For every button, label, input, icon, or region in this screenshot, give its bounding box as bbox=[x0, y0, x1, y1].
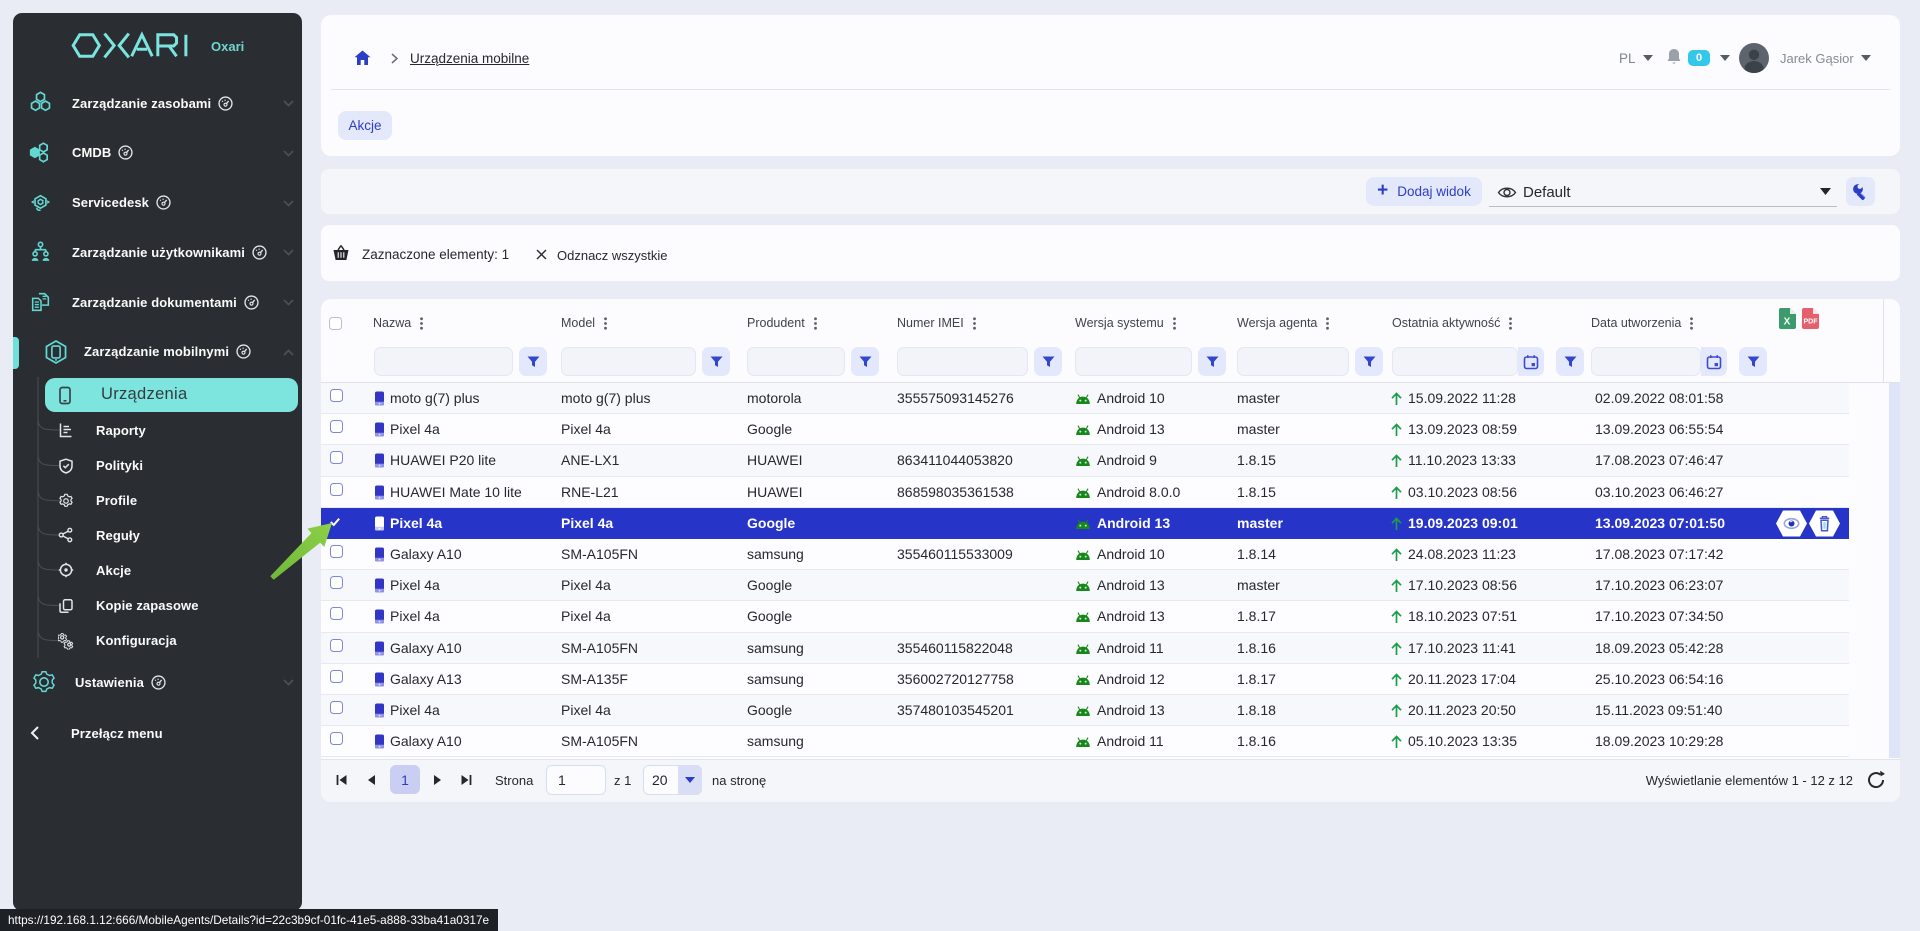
svg-text:PDF: PDF bbox=[1804, 319, 1819, 326]
svg-text:X: X bbox=[1784, 317, 1791, 328]
